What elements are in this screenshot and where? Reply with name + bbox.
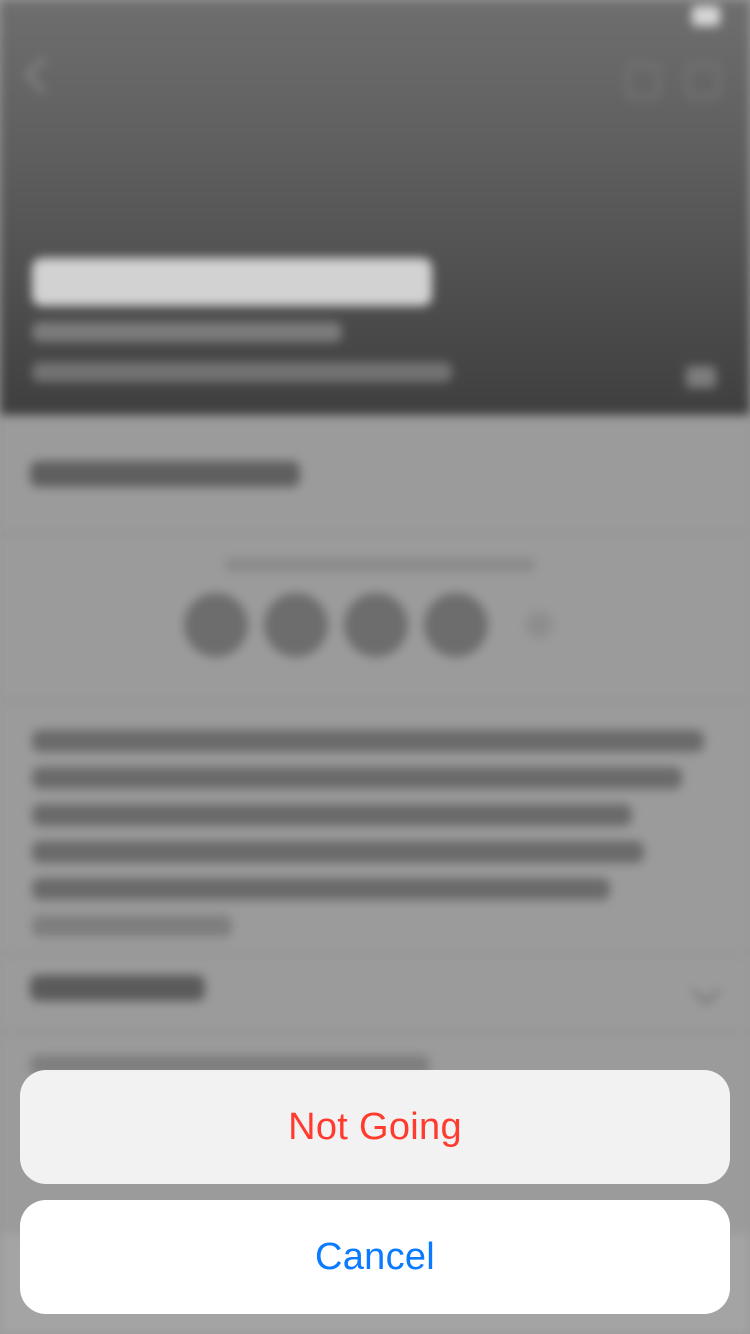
description-line xyxy=(32,804,632,826)
event-location-placeholder xyxy=(32,362,452,382)
event-title-placeholder xyxy=(32,258,432,306)
divider xyxy=(0,952,750,954)
divider xyxy=(0,1031,750,1033)
attendees-label-placeholder xyxy=(225,558,535,572)
more-attendees-icon xyxy=(525,611,553,639)
divider xyxy=(0,533,750,535)
host-placeholder xyxy=(30,461,300,487)
attendee-avatar xyxy=(424,593,488,657)
description-line xyxy=(32,767,682,789)
battery-icon xyxy=(692,6,720,26)
description-line xyxy=(32,841,644,863)
cancel-button[interactable]: Cancel xyxy=(20,1200,730,1314)
more-icon xyxy=(686,64,720,98)
attendee-avatar xyxy=(184,593,248,657)
event-details-body xyxy=(0,415,750,1334)
attendee-avatar xyxy=(344,593,408,657)
description-line xyxy=(32,878,610,900)
divider xyxy=(0,700,750,702)
share-icon xyxy=(686,366,716,388)
description-line xyxy=(32,730,704,752)
chevron-down-icon xyxy=(691,976,721,1006)
description-line xyxy=(32,915,232,937)
event-hero-header xyxy=(0,0,750,415)
more-details-placeholder xyxy=(30,975,205,1001)
back-chevron-icon xyxy=(24,56,62,94)
calendar-icon xyxy=(626,64,660,98)
event-date-placeholder xyxy=(32,322,342,342)
cancel-label: Cancel xyxy=(314,1235,436,1278)
not-going-label: Not Going xyxy=(288,1105,462,1148)
not-going-button[interactable]: Not Going xyxy=(20,1070,730,1184)
attendee-avatar xyxy=(264,593,328,657)
